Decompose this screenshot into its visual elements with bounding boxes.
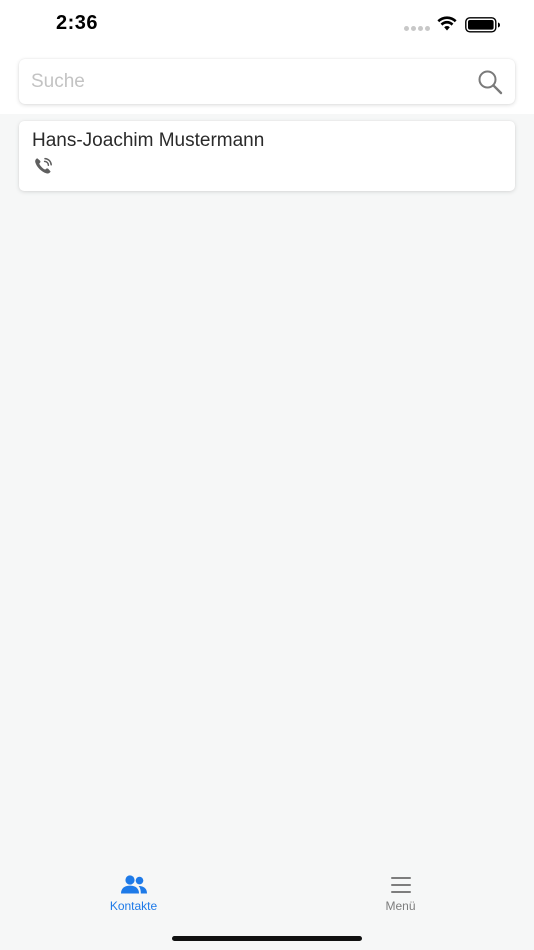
status-bar: 2:36 xyxy=(0,0,534,50)
search-input[interactable] xyxy=(31,59,471,104)
home-indicator xyxy=(172,936,362,941)
status-time: 2:36 xyxy=(56,12,99,34)
hamburger-menu-icon xyxy=(390,877,411,893)
signal-icon xyxy=(404,26,430,31)
contact-name: Hans-Joachim Mustermann xyxy=(32,130,265,151)
tab-menu[interactable]: Menü xyxy=(267,858,534,918)
people-icon xyxy=(120,875,147,894)
wifi-icon xyxy=(437,16,457,31)
battery-icon xyxy=(465,17,500,33)
search-bar[interactable] xyxy=(19,59,515,104)
search-icon[interactable] xyxy=(477,69,503,95)
contact-list-item[interactable]: Hans-Joachim Mustermann xyxy=(19,121,515,191)
tab-contacts[interactable]: Kontakte xyxy=(0,858,267,918)
tab-label-contacts: Kontakte xyxy=(109,899,158,913)
phone-icon xyxy=(35,157,52,174)
tab-label-menu: Menü xyxy=(385,899,416,913)
